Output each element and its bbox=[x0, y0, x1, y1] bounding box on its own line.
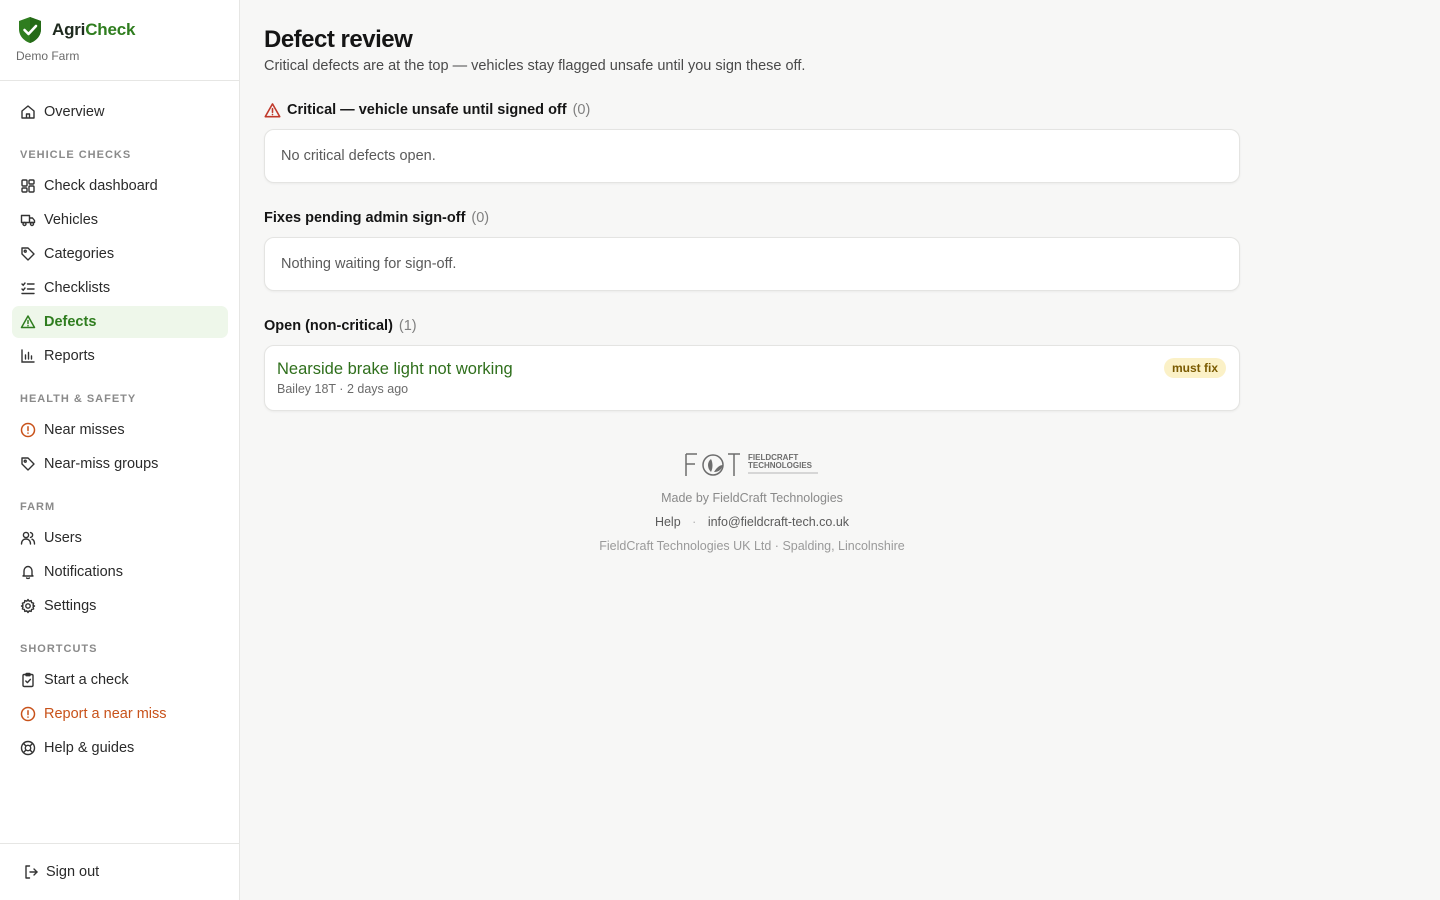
section-label-vehicle-checks: VEHICLE CHECKS bbox=[20, 149, 132, 161]
bar-chart-icon bbox=[21, 349, 35, 363]
gear-icon bbox=[20, 598, 36, 614]
open-count: (1) bbox=[398, 318, 417, 334]
critical-section-title: Critical — vehicle unsafe until signed o… bbox=[287, 102, 567, 118]
sidebar-item-label: Help & guides bbox=[44, 740, 135, 756]
dashboard-grid-icon bbox=[21, 179, 35, 193]
severity-badge: must fix bbox=[1163, 358, 1226, 378]
section-label-health-safety: HEALTH & SAFETY bbox=[20, 393, 137, 405]
sidebar-item-reports[interactable]: Reports bbox=[12, 340, 228, 372]
sidebar-item-settings[interactable]: Settings bbox=[12, 590, 228, 622]
sidebar-item-label: Categories bbox=[44, 246, 115, 262]
svg-text:TECHNOLOGIES: TECHNOLOGIES bbox=[748, 461, 813, 470]
footer-address: FieldCraft Technologies UK Ltd · Spaldin… bbox=[599, 539, 905, 553]
brand-link[interactable]: AgriCheck bbox=[17, 16, 239, 44]
sidebar-item-users[interactable]: Users bbox=[12, 522, 228, 554]
open-section-title: Open (non-critical) bbox=[264, 318, 393, 334]
page-subtitle: Critical defects are at the top — vehicl… bbox=[264, 58, 806, 74]
sidebar-nav: Overview VEHICLE CHECKS Check dashboard … bbox=[12, 96, 228, 766]
truck-icon bbox=[20, 214, 36, 227]
sidebar-item-label: Settings bbox=[44, 598, 97, 614]
footer-help-link[interactable]: Help bbox=[655, 515, 681, 529]
sidebar-item-label: Notifications bbox=[44, 564, 123, 580]
brand-name: AgriCheck bbox=[52, 20, 136, 39]
critical-empty-state: No critical defects open. bbox=[264, 129, 1240, 183]
sidebar-item-report-near-miss[interactable]: Report a near miss bbox=[12, 698, 228, 730]
pending-section-header: Fixes pending admin sign-off (0) bbox=[264, 208, 1240, 228]
sidebar-item-notifications[interactable]: Notifications bbox=[12, 556, 228, 588]
sidebar-item-categories[interactable]: Categories bbox=[12, 238, 228, 270]
bell-icon bbox=[22, 565, 34, 580]
fieldcraft-logo-icon: FIELDCRAFT TECHNOLOGIES bbox=[685, 453, 818, 476]
footer-links: Help · info@fieldcraft-tech.co.uk bbox=[264, 515, 1240, 529]
sidebar-item-vehicles[interactable]: Vehicles bbox=[12, 204, 228, 236]
sidebar-item-label: Near-miss groups bbox=[44, 456, 159, 472]
tag-icon bbox=[21, 247, 35, 261]
defect-card[interactable]: Nearside brake light not working Bailey … bbox=[264, 345, 1240, 411]
section-label-farm: FARM bbox=[20, 501, 56, 513]
pending-section-title: Fixes pending admin sign-off bbox=[264, 210, 466, 226]
sidebar-item-label: Users bbox=[44, 530, 82, 546]
sidebar-item-near-misses[interactable]: Near misses bbox=[12, 414, 228, 446]
open-section-header: Open (non-critical) (1) bbox=[264, 316, 1240, 336]
warning-triangle-icon bbox=[264, 102, 281, 117]
sidebar-item-label: Report a near miss bbox=[44, 706, 167, 722]
sidebar-item-help-guides[interactable]: Help & guides bbox=[12, 732, 228, 764]
clipboard-check-icon bbox=[22, 672, 34, 688]
sign-out-button[interactable]: Sign out bbox=[0, 843, 239, 900]
sidebar-item-check-dashboard[interactable]: Check dashboard bbox=[12, 170, 228, 202]
shield-check-logo-icon bbox=[19, 17, 41, 43]
users-icon bbox=[20, 531, 36, 545]
open-section: Open (non-critical) (1) Nearside brake l… bbox=[264, 316, 1240, 411]
sign-out-icon bbox=[25, 865, 38, 879]
section-label-shortcuts: SHORTCUTS bbox=[20, 643, 98, 655]
sidebar-item-label: Defects bbox=[44, 314, 97, 330]
sidebar-item-label: Vehicles bbox=[44, 212, 99, 228]
sidebar-item-label: Reports bbox=[44, 348, 95, 364]
sidebar-item-near-miss-groups[interactable]: Near-miss groups bbox=[12, 448, 228, 480]
sidebar-item-label: Check dashboard bbox=[44, 178, 158, 194]
sidebar-item-label: Overview bbox=[44, 104, 105, 120]
tag-icon bbox=[21, 457, 35, 471]
sidebar-item-label: Checklists bbox=[44, 280, 111, 296]
sidebar-item-start-check[interactable]: Start a check bbox=[12, 664, 228, 696]
footer: FIELDCRAFT TECHNOLOGIES Made by FieldCra… bbox=[264, 450, 1240, 553]
pending-section: Fixes pending admin sign-off (0) Nothing… bbox=[264, 208, 1240, 291]
sidebar: AgriCheck Demo Farm Overview VEHICLE CHE… bbox=[0, 0, 240, 900]
sidebar-item-overview[interactable]: Overview bbox=[12, 96, 228, 128]
footer-separator: · bbox=[692, 515, 697, 529]
sidebar-item-label: Start a check bbox=[44, 672, 129, 688]
sidebar-item-checklists[interactable]: Checklists bbox=[12, 272, 228, 304]
critical-section: Critical — vehicle unsafe until signed o… bbox=[264, 100, 1240, 183]
pending-count: (0) bbox=[471, 210, 490, 226]
warning-triangle-icon bbox=[20, 315, 36, 329]
main-content: Defect review Critical defects are at th… bbox=[264, 26, 1240, 411]
farm-name: Demo Farm bbox=[16, 49, 80, 63]
lifebuoy-icon bbox=[20, 740, 36, 756]
brand-header: AgriCheck Demo Farm bbox=[0, 0, 239, 81]
alert-circle-icon bbox=[20, 422, 36, 438]
sign-out-label: Sign out bbox=[46, 864, 100, 880]
page-title: Defect review bbox=[264, 26, 413, 53]
defect-title-link[interactable]: Nearside brake light not working bbox=[277, 360, 1227, 379]
defect-meta: Bailey 18T · 2 days ago bbox=[277, 382, 409, 396]
alert-circle-icon bbox=[20, 706, 36, 722]
home-icon bbox=[21, 105, 35, 119]
sidebar-item-label: Near misses bbox=[44, 422, 125, 438]
pending-empty-state: Nothing waiting for sign-off. bbox=[264, 237, 1240, 291]
footer-made-by: Made by FieldCraft Technologies bbox=[661, 491, 843, 505]
footer-email-link[interactable]: info@fieldcraft-tech.co.uk bbox=[708, 515, 849, 529]
checklist-icon bbox=[21, 282, 35, 295]
sidebar-item-defects[interactable]: Defects bbox=[12, 306, 228, 338]
critical-section-header: Critical — vehicle unsafe until signed o… bbox=[264, 100, 1240, 120]
critical-count: (0) bbox=[572, 102, 591, 118]
